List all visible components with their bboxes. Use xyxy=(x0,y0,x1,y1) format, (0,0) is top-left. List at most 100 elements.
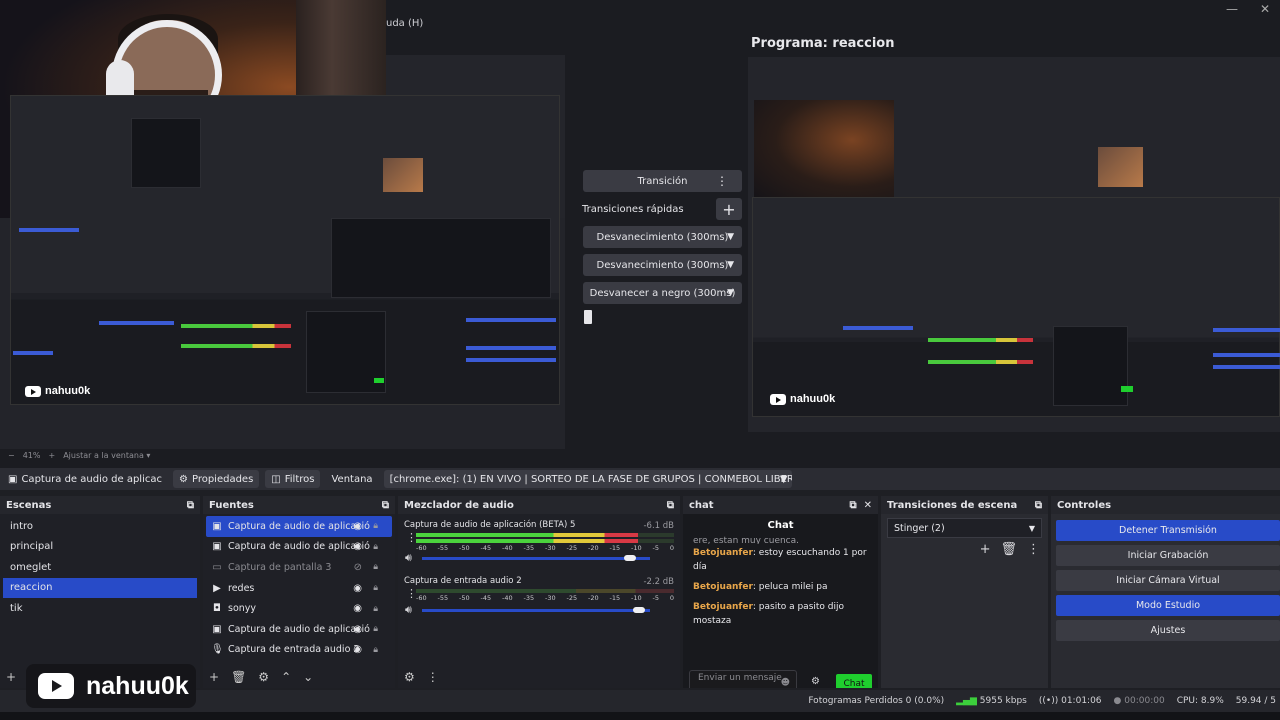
preview-zoom-bar: − 41% + Ajustar a la ventana ▾ xyxy=(0,449,565,461)
lock-icon[interactable]: 🔒︎ xyxy=(373,542,378,552)
volume-slider[interactable] xyxy=(422,557,650,560)
filters-button[interactable]: ◫ Filtros xyxy=(265,470,321,488)
close-icon[interactable]: ✕ xyxy=(864,500,872,511)
properties-button[interactable]: ⚙ Propiedades xyxy=(173,470,260,488)
chat-dock-name: chat xyxy=(689,499,714,511)
eye-icon[interactable]: ◉ xyxy=(353,521,362,532)
volume-slider-knob[interactable] xyxy=(633,607,646,613)
undock-icon[interactable]: ⧉ xyxy=(667,500,674,511)
source-toolbar: ▣ Captura de audio de aplicac ⚙ Propieda… xyxy=(0,468,1280,490)
close-window-icon[interactable]: ✕ xyxy=(1260,2,1270,16)
mixer-dock-title: Mezclador de audio ⧉ xyxy=(398,496,680,514)
source-settings-icon[interactable]: ⚙ xyxy=(258,670,269,684)
meter-tick-label: -25 xyxy=(566,594,578,602)
window-select[interactable]: [chrome.exe]: (1) EN VIVO | SORTEO DE LA… xyxy=(383,470,792,488)
scene-item-reaccion[interactable]: reaccion xyxy=(3,577,197,598)
stop-stream-button[interactable]: Detener Transmisión xyxy=(1056,520,1280,541)
chat-message-input[interactable]: Enviar un mensaje ☻ xyxy=(689,670,797,688)
eye-icon[interactable]: ◉ xyxy=(353,644,362,655)
chat-username[interactable]: Betojuanfer xyxy=(693,548,753,558)
scene-item-omeglet[interactable]: omeglet xyxy=(3,557,197,578)
undock-icon[interactable]: ⧉ xyxy=(1035,500,1042,511)
chat-username[interactable]: Betojuanfer xyxy=(693,582,753,592)
chat-username[interactable]: Betojuanfer xyxy=(693,602,753,612)
start-recording-button[interactable]: Iniciar Grabación xyxy=(1056,545,1280,566)
scene-item-intro[interactable]: intro xyxy=(3,516,197,537)
mixer-channel-name: Captura de entrada audio 2 xyxy=(404,576,522,586)
source-item[interactable]: ▣ Captura de audio de aplicació ◉ 🔒︎ xyxy=(206,516,392,537)
chat-settings-icon[interactable]: ⚙ xyxy=(811,676,820,687)
chat-send-button[interactable]: Chat xyxy=(836,674,872,688)
source-item[interactable]: ▣ Captura de audio de aplicació ◉ 🔒︎ xyxy=(206,619,392,640)
rec-time-value: 00:00:00 xyxy=(1124,696,1165,706)
meter-tick-label: -10 xyxy=(631,594,642,602)
zoom-out-icon[interactable]: − xyxy=(8,451,15,460)
eye-icon[interactable]: ◉ xyxy=(353,541,362,552)
eye-icon[interactable]: ◉ xyxy=(353,603,362,614)
scene-item-tik[interactable]: tik xyxy=(3,598,197,619)
transition-button[interactable]: Transición ⋮ xyxy=(583,170,742,192)
settings-button[interactable]: Ajustes xyxy=(1056,620,1280,641)
mixer-settings-icon[interactable]: ⚙ xyxy=(404,670,415,684)
transition-properties-icon[interactable]: ⋮ xyxy=(1027,542,1040,557)
filters-label: Filtros xyxy=(284,473,315,485)
meter-tick-label: -35 xyxy=(523,544,535,552)
mixer-channel-db: -6.1 dB xyxy=(643,521,674,531)
remove-transition-icon[interactable]: 🗑︎ xyxy=(1000,542,1017,557)
lock-icon[interactable]: 🔒︎ xyxy=(373,604,378,614)
lock-icon[interactable]: 🔒︎ xyxy=(373,521,378,531)
eye-icon[interactable]: ◉ xyxy=(353,624,362,635)
source-item[interactable]: ◘ sonyy ◉ 🔒︎ xyxy=(206,598,392,619)
quick-transition-1[interactable]: Desvanecimiento (300ms) ▼ xyxy=(583,226,742,248)
meter-tick-label: -45 xyxy=(480,594,492,602)
undock-icon[interactable]: ⧉ xyxy=(850,500,857,511)
quick-transition-2[interactable]: Desvanecimiento (300ms) ▼ xyxy=(583,254,742,276)
stream-time-value: 01:01:06 xyxy=(1061,696,1102,706)
add-source-icon[interactable]: + xyxy=(209,670,219,684)
eye-hidden-icon[interactable]: ⊘ xyxy=(354,562,362,573)
source-item[interactable]: ▶ redes ◉ 🔒︎ xyxy=(206,578,392,599)
undock-icon[interactable]: ⧉ xyxy=(382,500,389,511)
mixer-channel-db: -2.2 dB xyxy=(643,577,674,587)
start-virtual-camera-button[interactable]: Iniciar Cámara Virtual xyxy=(1056,570,1280,591)
volume-slider[interactable] xyxy=(422,609,650,612)
undock-icon[interactable]: ⧉ xyxy=(187,500,194,511)
window-controls[interactable]: — ✕ xyxy=(1226,2,1270,16)
transition-menu-icon[interactable]: ⋮ xyxy=(716,174,728,188)
scene-item-principal[interactable]: principal xyxy=(3,537,197,558)
chat-input-placeholder: Enviar un mensaje xyxy=(698,673,782,683)
transition-select[interactable]: Stinger (2) ▼ xyxy=(887,518,1042,538)
minimize-icon[interactable]: — xyxy=(1226,2,1238,16)
speaker-icon[interactable]: 🔊︎ xyxy=(405,603,412,617)
transition-tbar-slider[interactable] xyxy=(584,310,592,324)
add-scene-icon[interactable]: + xyxy=(6,670,16,684)
zoom-fit-dropdown[interactable]: Ajustar a la ventana ▾ xyxy=(63,451,150,460)
quick-transition-3-label: Desvanecer a negro (300ms) xyxy=(589,287,736,299)
eye-icon[interactable]: ◉ xyxy=(353,583,362,594)
move-down-icon[interactable]: ⌄ xyxy=(303,670,313,684)
lock-icon[interactable]: 🔒︎ xyxy=(373,645,378,655)
speaker-icon[interactable]: 🔊︎ xyxy=(405,551,412,565)
source-item[interactable]: 🎙︎ Captura de entrada audio 2 ◉ 🔒︎ xyxy=(206,640,392,661)
youtube-icon xyxy=(25,385,41,397)
source-item[interactable]: ▣ Captura de audio de aplicació ◉ 🔒︎ xyxy=(206,537,392,558)
lock-icon[interactable]: 🔒︎ xyxy=(373,624,378,634)
mixer-menu-icon[interactable]: ⋮ xyxy=(427,670,439,684)
studio-mode-area: uda (H) — ✕ nahuu0k − 41% + Ajustar a la… xyxy=(0,0,1280,468)
add-transition-icon[interactable]: + xyxy=(980,542,991,557)
quick-transition-3[interactable]: Desvanecer a negro (300ms) ▼ xyxy=(583,282,742,304)
lock-icon[interactable]: 🔒︎ xyxy=(373,562,378,572)
zoom-in-icon[interactable]: + xyxy=(48,451,55,460)
add-quick-transition-button[interactable]: + xyxy=(716,198,742,220)
remove-source-icon[interactable]: 🗑︎ xyxy=(231,670,246,684)
selected-source: ▣ Captura de audio de aplicac xyxy=(0,468,170,490)
volume-slider-knob[interactable] xyxy=(624,555,637,561)
meter-tick-label: -15 xyxy=(609,594,621,602)
lock-icon[interactable]: 🔒︎ xyxy=(373,583,378,593)
source-item[interactable]: ▭ Captura de pantalla 3 ⊘ 🔒︎ xyxy=(206,557,392,578)
bitrate: ▂▄▆ 5955 kbps xyxy=(956,696,1027,706)
emote-icon[interactable]: ☻ xyxy=(781,678,790,688)
move-up-icon[interactable]: ⌃ xyxy=(281,670,291,684)
studio-mode-button[interactable]: Modo Estudio xyxy=(1056,595,1280,616)
taskbar-strip xyxy=(0,712,1280,720)
